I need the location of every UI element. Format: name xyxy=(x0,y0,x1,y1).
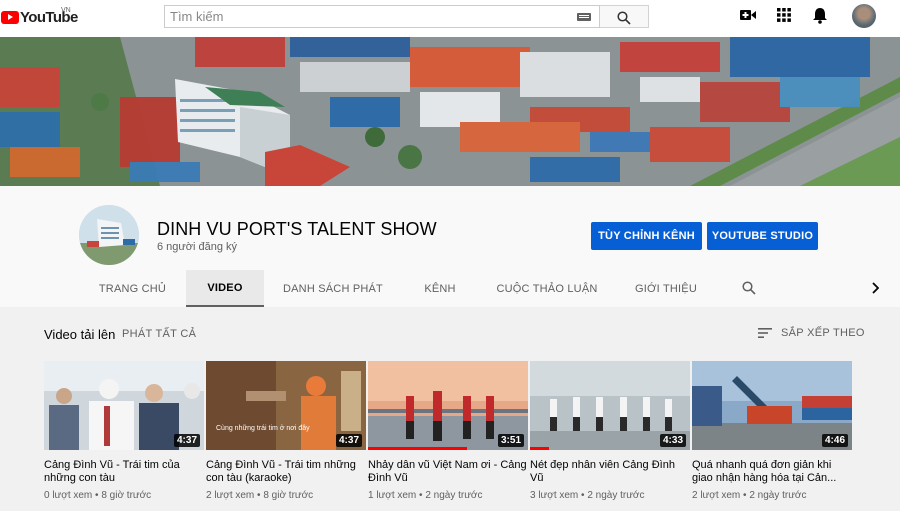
channel-header: DINH VU PORT'S TALENT SHOW 6 người đăng … xyxy=(0,186,900,307)
channel-avatar[interactable] xyxy=(79,205,139,265)
apps-icon[interactable] xyxy=(777,8,791,22)
upload-age: 2 ngày trước xyxy=(587,490,645,501)
video-title[interactable]: Quá nhanh quá đơn giản khi giao nhận hàn… xyxy=(692,459,852,485)
video-meta: 3 lượt xem • 2 ngày trước xyxy=(530,490,645,501)
channel-banner xyxy=(0,37,900,186)
video-meta: 0 lượt xem • 8 giờ trước xyxy=(44,490,152,501)
upload-age: 2 ngày trước xyxy=(425,490,483,501)
watch-progress-bar xyxy=(530,447,550,450)
upload-age: 8 giờ trước xyxy=(101,490,152,501)
notifications-icon[interactable] xyxy=(812,7,828,24)
play-all-link[interactable]: PHÁT TẤT CẢ xyxy=(122,328,196,340)
subscriber-count: 6 người đăng ký xyxy=(157,241,238,253)
view-count: 0 lượt xem xyxy=(44,490,93,501)
view-count: 2 lượt xem xyxy=(692,490,741,501)
video-thumbnail[interactable]: Cùng những trái tim ở nơi đây 4:37 xyxy=(206,361,366,450)
watch-progress-bar xyxy=(368,447,468,450)
tab-playlists[interactable]: DANH SÁCH PHÁT xyxy=(278,270,388,307)
sort-by-button[interactable]: SẮP XẾP THEO xyxy=(758,325,865,341)
video-title[interactable]: Nhảy dân vũ Việt Nam ơi - Cảng Đình Vũ xyxy=(368,459,528,485)
upload-age: 2 ngày trước xyxy=(749,490,807,501)
video-card[interactable]: 4:37 Cảng Đình Vũ - Trái tim của những c… xyxy=(44,361,204,501)
keyboard-icon[interactable] xyxy=(577,13,591,21)
video-meta: 1 lượt xem • 2 ngày trước xyxy=(368,490,483,501)
view-count: 2 lượt xem xyxy=(206,490,255,501)
customize-channel-button[interactable]: TÙY CHỈNH KÊNH xyxy=(591,222,702,250)
video-meta: 2 lượt xem • 8 giờ trước xyxy=(206,490,314,501)
video-thumbnail[interactable]: 4:46 xyxy=(692,361,852,450)
youtube-studio-button[interactable]: YOUTUBE STUDIO xyxy=(707,222,818,250)
video-duration: 4:37 xyxy=(173,434,200,447)
video-title[interactable]: Nét đẹp nhân viên Cảng Đình Vũ xyxy=(530,459,690,485)
sort-icon xyxy=(758,328,772,338)
video-card[interactable]: 4:46 Quá nhanh quá đơn giản khi giao nhậ… xyxy=(692,361,852,501)
create-video-icon[interactable] xyxy=(740,8,756,22)
youtube-logo[interactable]: YouTube VN xyxy=(1,7,78,27)
video-duration: 4:46 xyxy=(821,434,848,447)
video-duration: 4:37 xyxy=(335,434,362,447)
video-card[interactable]: Cùng những trái tim ở nơi đây 4:37 Cảng … xyxy=(206,361,366,501)
video-card[interactable]: 3:51 Nhảy dân vũ Việt Nam ơi - Cảng Đình… xyxy=(368,361,528,501)
video-caption-overlay: Cùng những trái tim ở nơi đây xyxy=(216,425,310,432)
search-icon xyxy=(617,11,631,25)
masthead: YouTube VN xyxy=(0,0,900,37)
video-thumbnail[interactable]: 4:33 xyxy=(530,361,690,450)
search-box xyxy=(164,5,600,28)
channel-search-icon[interactable] xyxy=(742,281,756,295)
video-duration: 3:51 xyxy=(497,434,524,447)
tab-discussion[interactable]: CUỘC THẢO LUẬN xyxy=(492,270,602,307)
video-duration: 4:33 xyxy=(659,434,686,447)
section-title: Video tải lên xyxy=(44,327,116,342)
view-count: 3 lượt xem xyxy=(530,490,579,501)
view-count: 1 lượt xem xyxy=(368,490,417,501)
tab-home[interactable]: TRANG CHỦ xyxy=(85,270,180,307)
chevron-right-icon[interactable] xyxy=(871,282,879,294)
logo-country-code: VN xyxy=(61,7,71,14)
tab-channels[interactable]: KÊNH xyxy=(410,270,470,307)
upload-age: 8 giờ trước xyxy=(263,490,314,501)
channel-tabs: TRANG CHỦ VIDEO DANH SÁCH PHÁT KÊNH CUỘC… xyxy=(0,270,900,307)
avatar[interactable] xyxy=(852,4,876,28)
video-card[interactable]: 4:33 Nét đẹp nhân viên Cảng Đình Vũ 3 lư… xyxy=(530,361,690,501)
channel-title: DINH VU PORT'S TALENT SHOW xyxy=(157,219,437,239)
video-title[interactable]: Cảng Đình Vũ - Trái tim của những con tà… xyxy=(44,459,204,485)
video-thumbnail[interactable]: 3:51 xyxy=(368,361,528,450)
video-title[interactable]: Cảng Đình Vũ - Trái tim những con tàu (k… xyxy=(206,459,366,485)
tab-videos[interactable]: VIDEO xyxy=(186,270,264,307)
video-meta: 2 lượt xem • 2 ngày trước xyxy=(692,490,807,501)
search-button[interactable] xyxy=(600,5,649,28)
search-input[interactable] xyxy=(165,6,565,27)
sort-label: SẮP XẾP THEO xyxy=(781,327,865,339)
video-thumbnail[interactable]: 4:37 xyxy=(44,361,204,450)
youtube-logo-icon xyxy=(1,10,19,24)
tab-about[interactable]: GIỚI THIỆU xyxy=(626,270,706,307)
